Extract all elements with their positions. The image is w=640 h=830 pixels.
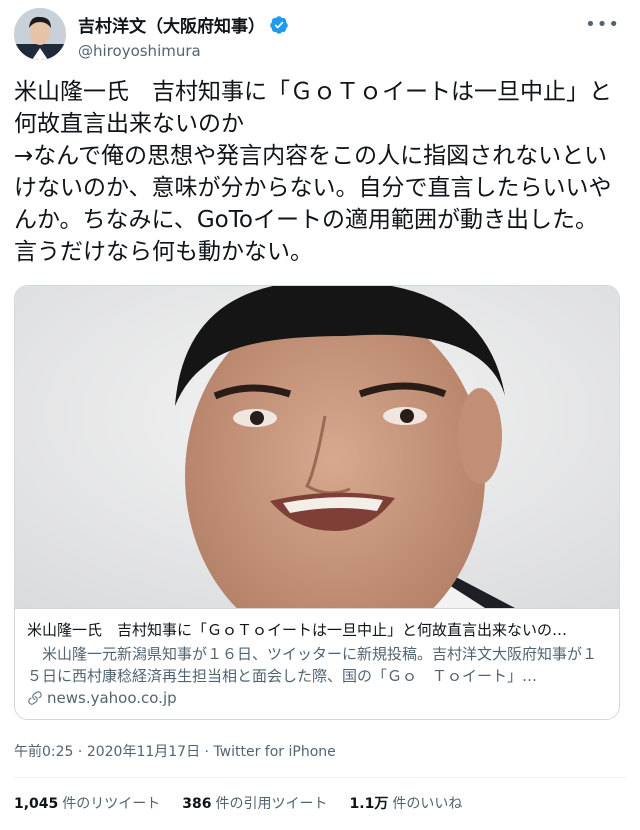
link-card[interactable]: 米山隆一氏 吉村知事に「ＧｏＴｏイートは一旦中止」と何故直言出来ないの… 米山隆… [14, 285, 620, 720]
display-name[interactable]: 吉村洋文（大阪府知事） [78, 12, 265, 37]
tweet-date[interactable]: 2020年11月17日 [87, 744, 200, 760]
likes-count: 1.1万 [349, 796, 389, 812]
divider [14, 777, 626, 778]
card-title: 米山隆一氏 吉村知事に「ＧｏＴｏイートは一旦中止」と何故直言出来ないの… [27, 621, 568, 639]
tweet-source[interactable]: Twitter for iPhone [213, 744, 335, 760]
verified-badge-icon [269, 15, 289, 35]
card-description: 米山隆一元新潟県知事が１６日、ツイッターに新規投稿。吉村洋文大阪府知事が１５日に… [27, 645, 598, 685]
avatar[interactable] [14, 8, 66, 60]
tweet-text: 米山隆一氏 吉村知事に「ＧｏＴｏイートは一旦中止」と何故直言出来ないのか →なん… [14, 79, 612, 265]
likes-stat[interactable]: 1.1万 件のいいね [350, 793, 463, 813]
tweet-stats: 1,045 件のリツイート 386 件の引用ツイート 1.1万 件のいいね [14, 793, 484, 813]
quotes-count: 386 [182, 796, 212, 812]
card-domain[interactable]: news.yahoo.co.jp [47, 689, 177, 707]
tweet-time[interactable]: 午前0:25 [14, 744, 73, 760]
meta-separator: · [200, 744, 214, 760]
card-image [15, 286, 619, 608]
retweets-count: 1,045 [14, 796, 59, 812]
user-handle[interactable]: @hiroyoshimura [78, 42, 289, 60]
quotes-stat[interactable]: 386 件の引用ツイート [182, 793, 327, 813]
likes-label: 件のいいね [392, 796, 463, 812]
more-icon[interactable]: ••• [585, 14, 620, 35]
link-icon [27, 690, 43, 706]
tweet-meta: 午前0:25 · 2020年11月17日 · Twitter for iPhon… [14, 741, 336, 761]
retweets-stat[interactable]: 1,045 件のリツイート [14, 793, 160, 813]
meta-separator: · [73, 744, 87, 760]
quotes-label: 件の引用ツイート [215, 796, 328, 812]
retweets-label: 件のリツイート [62, 796, 161, 812]
tweet-header: 吉村洋文（大阪府知事） @hiroyoshimura ••• [14, 8, 626, 64]
